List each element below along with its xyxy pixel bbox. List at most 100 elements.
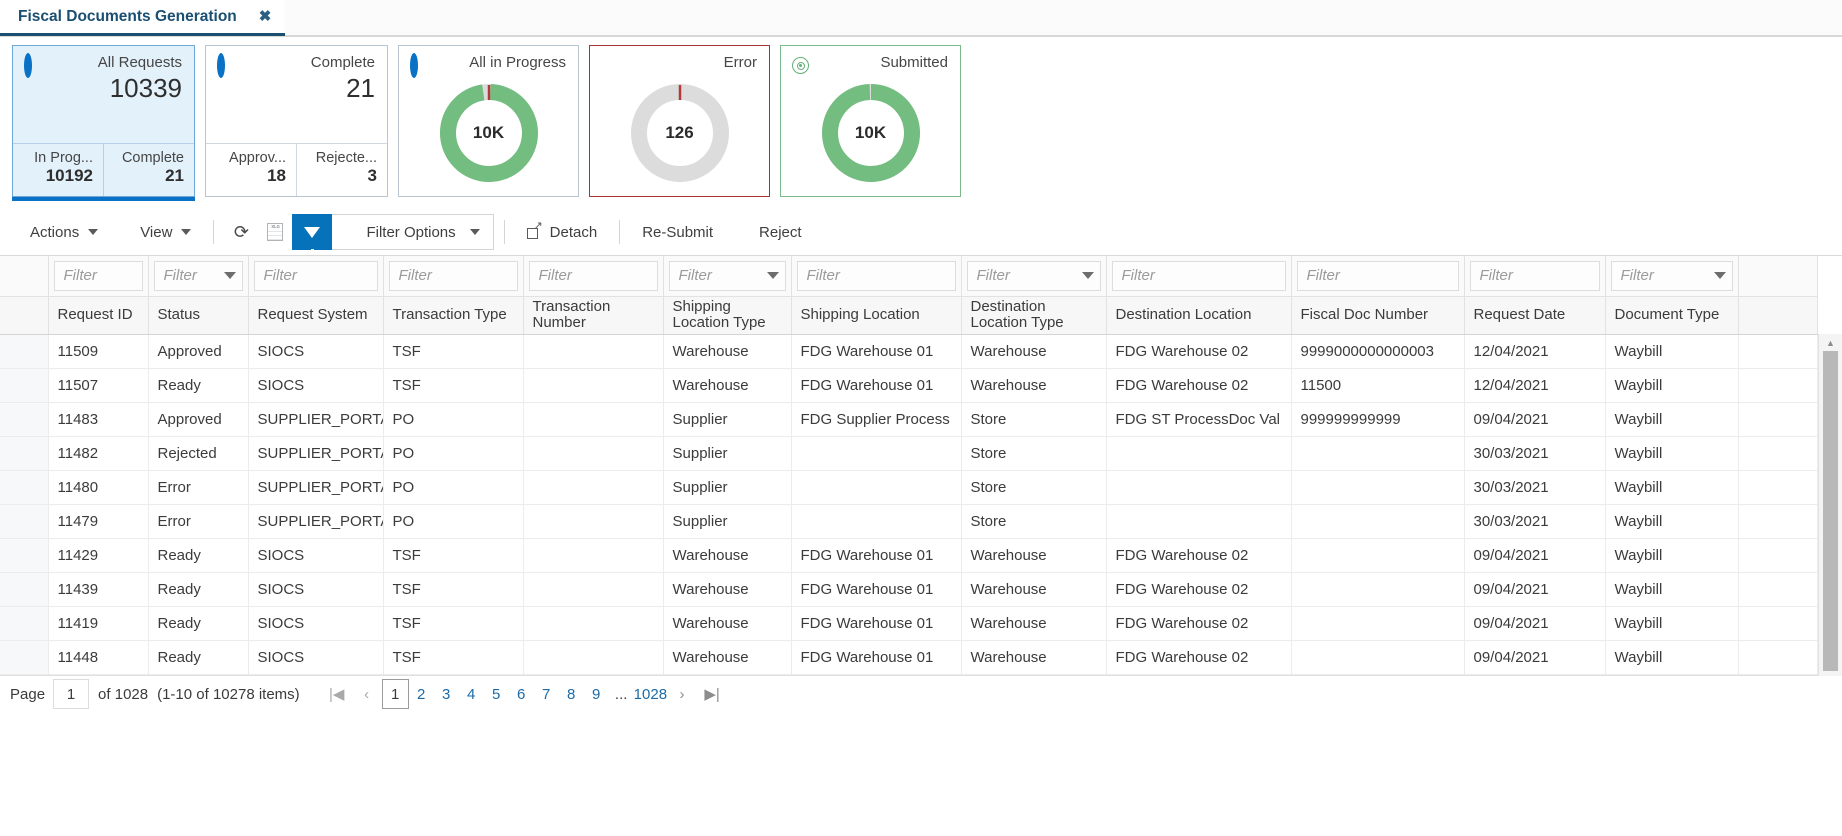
filter-options-dropdown[interactable]: Filter Options — [332, 214, 494, 250]
vertical-scrollbar[interactable]: ▲ — [1818, 334, 1842, 676]
table-row[interactable]: 11419 Ready SIOCS TSF Warehouse FDG Warehouse… — [0, 606, 1818, 641]
filter-input-destination-location[interactable]: Filter — [1111, 260, 1286, 291]
view-menu[interactable]: View — [128, 220, 203, 245]
tile-stat-in-progress[interactable]: In Prog... 10192 — [13, 144, 103, 196]
filter-cell: Filter — [1464, 256, 1606, 297]
page-link-5[interactable]: 5 — [484, 679, 509, 709]
scroll-up-icon[interactable]: ▲ — [1819, 334, 1842, 351]
column-header-fiscal-doc-number[interactable]: Fiscal Doc Number — [1291, 296, 1465, 335]
filter-input-transaction-number[interactable]: Filter — [528, 260, 658, 291]
tab-fiscal-documents-generation[interactable]: Fiscal Documents Generation ✖ — [0, 0, 286, 36]
filter-input-transaction-type[interactable]: Filter — [388, 260, 518, 291]
row-select-cell[interactable] — [0, 572, 49, 607]
page-number-input[interactable]: 1 — [53, 679, 90, 709]
tile-submitted[interactable]: Submitted 10K — [780, 45, 961, 197]
resubmit-button[interactable]: Re-Submit — [630, 220, 725, 245]
filter-input-request-system[interactable]: Filter — [253, 260, 378, 291]
column-header-document-type[interactable]: Document Type — [1605, 296, 1739, 335]
filter-input-shipping-location[interactable]: Filter — [796, 260, 956, 291]
table-row[interactable]: 11482 Rejected SUPPLIER_PORTA PO Supplier Sto… — [0, 436, 1818, 471]
row-select-cell[interactable] — [0, 606, 49, 641]
cell-status-link[interactable]: Error — [148, 504, 249, 539]
page-link-4[interactable]: 4 — [459, 679, 484, 709]
tile-stat-rejected[interactable]: Rejecte... 3 — [296, 144, 387, 196]
page-link-8[interactable]: 8 — [559, 679, 584, 709]
column-header-request-system[interactable]: Request System — [248, 296, 384, 335]
tile-complete[interactable]: Complete 21 Approv... 18 Rejecte... 3 — [205, 45, 388, 197]
export-xls-button[interactable] — [258, 217, 292, 247]
chevron-down-icon[interactable] — [766, 272, 779, 280]
tile-error[interactable]: Error 126 — [589, 45, 770, 197]
chevron-down-icon[interactable] — [1713, 272, 1726, 280]
page-link-1028[interactable]: 1028 — [634, 679, 667, 709]
column-header-shipping-location-type[interactable]: Shipping Location Type — [663, 296, 792, 335]
table-row[interactable]: 11509 Approved SIOCS TSF Warehouse FDG Wareho… — [0, 334, 1818, 369]
cell-shipping-location-type: Supplier — [663, 436, 792, 471]
row-select-cell[interactable] — [0, 368, 49, 403]
cell-status-link[interactable]: Error — [148, 470, 249, 505]
filter-input-document-type[interactable]: Filter — [1610, 260, 1733, 291]
column-header-shipping-location[interactable]: Shipping Location — [791, 296, 962, 335]
last-page-button[interactable]: ▶| — [697, 679, 727, 709]
cell-request-id: 11482 — [48, 436, 149, 471]
table-row[interactable]: 11507 Ready SIOCS TSF Warehouse FDG Warehouse… — [0, 368, 1818, 403]
next-page-button[interactable]: › — [667, 679, 697, 709]
filter-input-fiscal-doc-number[interactable]: Filter — [1296, 260, 1459, 291]
page-link-2[interactable]: 2 — [409, 679, 434, 709]
filter-input-status[interactable]: Filter — [153, 260, 243, 291]
column-header-destination-location-type[interactable]: Destination Location Type — [961, 296, 1107, 335]
row-select-cell[interactable] — [0, 504, 49, 539]
table-row[interactable]: 11439 Ready SIOCS TSF Warehouse FDG Warehouse… — [0, 572, 1818, 607]
tile-stat-approved[interactable]: Approv... 18 — [206, 144, 296, 196]
row-select-cell[interactable] — [0, 538, 49, 573]
row-select-cell[interactable] — [0, 334, 49, 369]
scrollbar-thumb[interactable] — [1823, 351, 1838, 671]
row-select-cell[interactable] — [0, 470, 49, 505]
first-page-button[interactable]: |◀ — [322, 679, 352, 709]
tile-stat-complete[interactable]: Complete 21 — [103, 144, 194, 196]
detach-button[interactable]: Detach — [515, 220, 610, 245]
filter-cell: Filter — [791, 256, 962, 297]
column-header-col0[interactable] — [0, 296, 49, 335]
table-row[interactable]: 11448 Ready SIOCS TSF Warehouse FDG Warehouse… — [0, 640, 1818, 675]
cell-request-system: SUPPLIER_PORTA — [248, 470, 384, 505]
column-header-status[interactable]: Status — [148, 296, 249, 335]
row-select-cell[interactable] — [0, 640, 49, 675]
page-link-3[interactable]: 3 — [434, 679, 459, 709]
page-link-1[interactable]: 1 — [381, 679, 409, 709]
page-link-9[interactable]: 9 — [584, 679, 609, 709]
filter-input-request-id[interactable]: Filter — [53, 260, 143, 291]
column-header-col13[interactable] — [1738, 296, 1818, 335]
actions-menu[interactable]: Actions — [18, 220, 110, 245]
tile-footer: Approv... 18 Rejecte... 3 — [206, 143, 387, 196]
filter-input-request-date[interactable]: Filter — [1469, 260, 1600, 291]
column-header-request-id[interactable]: Request ID — [48, 296, 149, 335]
prev-page-button[interactable]: ‹ — [352, 679, 382, 709]
filter-input-shipping-location-type[interactable]: Filter — [668, 260, 786, 291]
close-icon[interactable]: ✖ — [259, 9, 272, 24]
tile-title: Complete — [310, 54, 375, 71]
filter-input-destination-location-type[interactable]: Filter — [966, 260, 1101, 291]
row-end-cell — [1738, 368, 1818, 403]
refresh-button[interactable]: ⟳ — [224, 217, 258, 247]
chevron-down-icon[interactable] — [1081, 272, 1094, 280]
tile-all-in-progress[interactable]: All in Progress 10K — [398, 45, 579, 197]
row-select-cell[interactable] — [0, 402, 49, 437]
chevron-down-icon[interactable] — [223, 272, 236, 280]
column-header-request-date[interactable]: Request Date — [1464, 296, 1606, 335]
donut-chart-error: 126 — [590, 70, 769, 196]
cell-document-type: Waybill — [1605, 538, 1739, 573]
page-link-6[interactable]: 6 — [509, 679, 534, 709]
row-select-cell[interactable] — [0, 436, 49, 471]
table-row[interactable]: 11480 Error SUPPLIER_PORTA PO Supplier Store 3… — [0, 470, 1818, 505]
column-header-transaction-number[interactable]: Transaction Number — [523, 296, 664, 335]
tile-all-requests[interactable]: All Requests 10339 In Prog... 10192 Comp… — [12, 45, 195, 197]
table-row[interactable]: 11479 Error SUPPLIER_PORTA PO Supplier Store 3… — [0, 504, 1818, 539]
page-link-7[interactable]: 7 — [534, 679, 559, 709]
table-row[interactable]: 11429 Ready SIOCS TSF Warehouse FDG Warehouse… — [0, 538, 1818, 573]
reject-button[interactable]: Reject — [747, 220, 814, 245]
table-row[interactable]: 11483 Approved SUPPLIER_PORTA PO Supplier FDG… — [0, 402, 1818, 437]
column-header-destination-location[interactable]: Destination Location — [1106, 296, 1292, 335]
column-header-transaction-type[interactable]: Transaction Type — [383, 296, 524, 335]
filter-toggle-button[interactable] — [292, 214, 333, 254]
